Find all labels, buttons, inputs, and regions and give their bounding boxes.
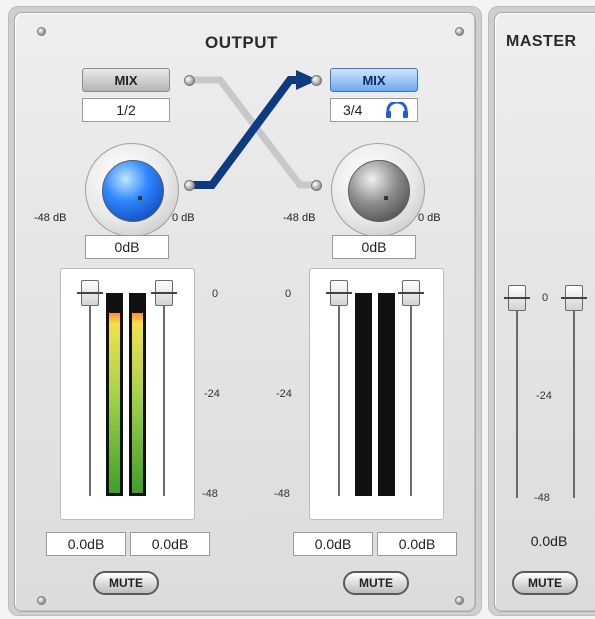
readout-left-3-4: 0.0dB [293,532,373,556]
master-fader-handle-left[interactable] [504,285,530,311]
level-fill [132,313,143,493]
master-fader-track-right [573,295,575,498]
knob-max-3-4: 0 dB [418,212,441,224]
mute-button-1-2[interactable]: MUTE [93,571,159,595]
meter-panel-1-2 [60,268,195,520]
scale-label-mid-1-2: -24 [204,388,220,400]
knob-value-1-2: 0dB [85,235,169,259]
fader-track-left-1-2 [89,293,91,496]
pair-label-3-4: 3/4 [330,98,418,122]
pair-label-text-3-4: 3/4 [343,102,363,118]
master-fader-handle-right[interactable] [561,285,587,311]
scale-label-bottom-1-2: -48 [202,488,218,500]
mix-button-3-4[interactable]: MIX [330,68,418,92]
level-bar-right-3-4 [378,293,395,496]
fader-track-right-3-4 [410,293,412,496]
level-bar-right-1-2 [129,293,146,496]
master-readout: 0.0dB [530,533,568,549]
volume-knob-1-2[interactable] [85,143,179,237]
knob-min-3-4: -48 dB [283,212,316,224]
volume-knob-3-4[interactable] [331,143,425,237]
knob-value-3-4: 0dB [332,235,416,259]
knob-max-1-2: 0 dB [172,212,195,224]
master-scale-label-bottom: -48 [534,492,550,504]
readout-right-1-2: 0.0dB [130,532,210,556]
master-mute-button[interactable]: MUTE [512,571,578,595]
routing-line-active [186,76,304,189]
knob-cap [348,160,410,222]
master-scale-label-mid: -24 [536,390,552,402]
mute-button-3-4[interactable]: MUTE [343,571,409,595]
readout-right-3-4: 0.0dB [377,532,457,556]
knob-min-1-2: -48 dB [34,212,67,224]
scale-label-top-3-4: 0 [285,288,292,300]
fader-track-left-3-4 [338,293,340,496]
level-bar-left-3-4 [355,293,372,496]
port-in-34-bottom[interactable] [311,180,322,191]
mix-button-1-2[interactable]: MIX [82,68,170,92]
scale-label-mid-3-4: -24 [276,388,292,400]
level-fill [109,313,120,493]
port-out-12-top[interactable] [184,75,195,86]
fader-handle-left-1-2[interactable] [77,280,103,306]
fader-track-right-1-2 [163,293,165,496]
fader-handle-right-1-2[interactable] [151,280,177,306]
level-bar-left-1-2 [106,293,123,496]
readout-left-1-2: 0.0dB [46,532,126,556]
knob-indicator [138,196,142,200]
pair-label-1-2: 1/2 [82,98,170,122]
knob-indicator [384,196,388,200]
master-scale-label-top: 0 [542,292,549,304]
meter-panel-3-4 [309,268,444,520]
fader-handle-right-3-4[interactable] [398,280,424,306]
scale-label-top-1-2: 0 [212,288,219,300]
fader-handle-left-3-4[interactable] [326,280,352,306]
scale-label-bottom-3-4: -48 [274,488,290,500]
port-out-12-bottom[interactable] [184,180,195,191]
headphones-icon [386,102,408,118]
master-fader-track-left [516,295,518,498]
port-in-34-top[interactable] [311,75,322,86]
knob-cap [102,160,164,222]
